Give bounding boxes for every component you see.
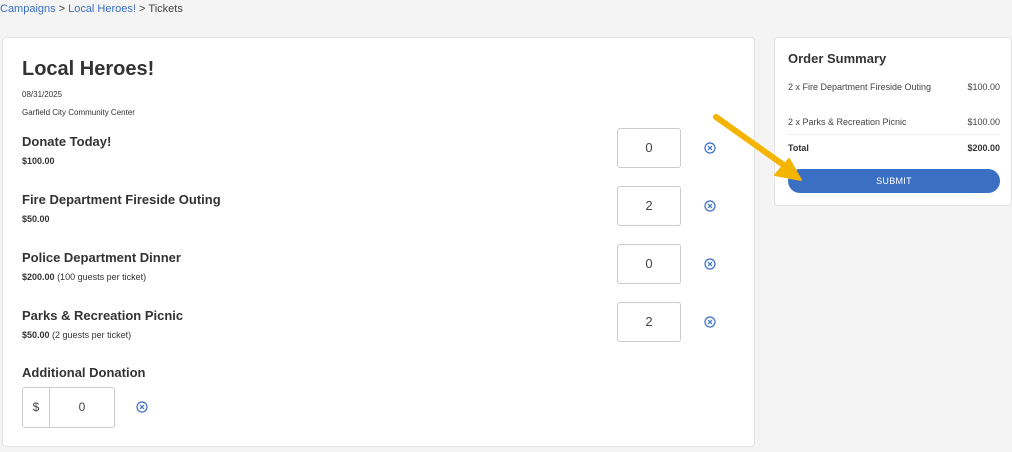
ticket-name: Donate Today! (22, 134, 112, 149)
ticket-quantity-input[interactable]: 2 (617, 186, 681, 226)
ticket-row-fire-department: Fire Department Fireside Outing $50.00 2 (22, 186, 742, 242)
submit-button[interactable]: SUBMIT (788, 169, 1000, 193)
additional-donation-label: Additional Donation (22, 365, 146, 380)
breadcrumb-separator: > (138, 3, 146, 15)
ticket-name: Parks & Recreation Picnic (22, 308, 184, 323)
breadcrumb-link-campaigns[interactable]: Campaigns (0, 3, 56, 15)
order-line-amount: $100.00 (967, 82, 1000, 92)
clear-circle-icon[interactable] (704, 316, 716, 328)
order-summary-title: Order Summary (788, 51, 887, 66)
ticket-quantity-input[interactable]: 0 (617, 128, 681, 168)
ticket-quantity-input[interactable]: 0 (617, 244, 681, 284)
order-line: 2 x Fire Department Fireside Outing $100… (788, 79, 1000, 111)
clear-circle-icon[interactable] (704, 258, 716, 270)
ticket-row-police-department: Police Department Dinner $200.00 (100 gu… (22, 244, 742, 300)
ticket-price-value: $200.00 (22, 272, 55, 282)
order-summary-card: Order Summary 2 x Fire Department Firesi… (774, 37, 1012, 206)
ticket-price: $50.00 (22, 214, 50, 224)
ticket-quantity-input[interactable]: 2 (617, 302, 681, 342)
order-total-label: Total (788, 143, 809, 153)
ticket-price-value: $50.00 (22, 214, 50, 224)
event-tickets-card: Local Heroes! 08/31/2025 Garfield City C… (2, 37, 755, 447)
breadcrumb-current: Tickets (148, 3, 183, 15)
breadcrumb: Campaigns > Local Heroes! > Tickets (0, 3, 183, 15)
order-line-label: 2 x Fire Department Fireside Outing (788, 82, 932, 92)
event-date: 08/31/2025 (22, 90, 63, 99)
order-line-amount: $100.00 (967, 117, 1000, 127)
clear-circle-icon[interactable] (136, 401, 148, 413)
ticket-note: (2 guests per ticket) (52, 330, 132, 340)
ticket-price-value: $50.00 (22, 330, 50, 340)
additional-donation-input[interactable]: 0 (50, 388, 114, 427)
ticket-price: $100.00 (22, 156, 55, 166)
breadcrumb-link-local-heroes[interactable]: Local Heroes! (68, 3, 136, 15)
breadcrumb-separator: > (58, 3, 66, 15)
ticket-price-value: $100.00 (22, 156, 55, 166)
ticket-note: (100 guests per ticket) (57, 272, 147, 282)
additional-donation-field: $ 0 (22, 387, 115, 428)
currency-prefix: $ (23, 388, 50, 427)
order-total-amount: $200.00 (967, 143, 1000, 153)
ticket-price: $50.00 (2 guests per ticket) (22, 330, 131, 340)
ticket-name: Police Department Dinner (22, 250, 181, 265)
order-line-label: 2 x Parks & Recreation Picnic (788, 117, 907, 127)
divider (788, 134, 1000, 135)
ticket-row-parks-recreation: Parks & Recreation Picnic $50.00 (2 gues… (22, 302, 742, 358)
ticket-row-donate-today: Donate Today! $100.00 0 (22, 128, 742, 184)
ticket-name: Fire Department Fireside Outing (22, 192, 221, 207)
clear-circle-icon[interactable] (704, 200, 716, 212)
event-title: Local Heroes! (22, 58, 155, 80)
ticket-price: $200.00 (100 guests per ticket) (22, 272, 146, 282)
event-venue: Garfield City Community Center (22, 108, 135, 117)
annotation-arrow-icon (713, 114, 802, 181)
